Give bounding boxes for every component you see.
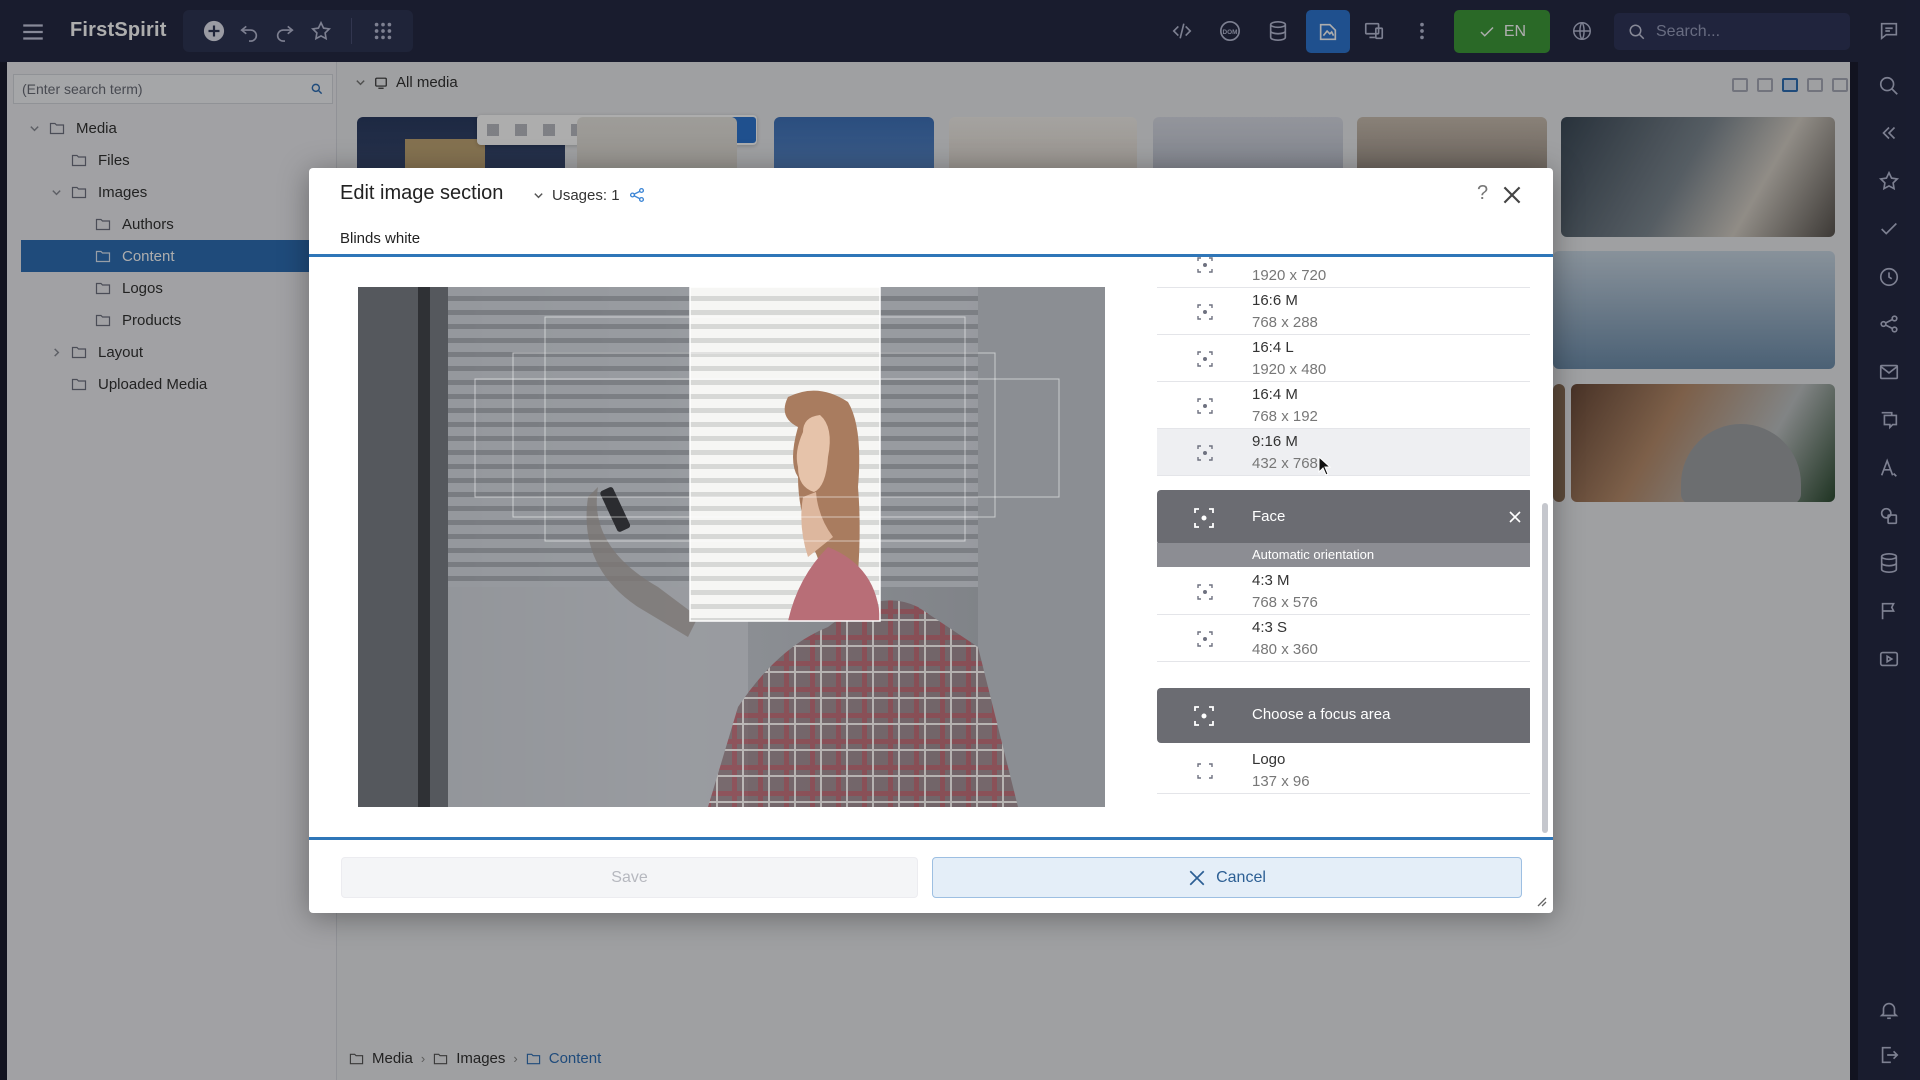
cancel-label: Cancel	[1216, 868, 1266, 886]
section-name: Logo	[1252, 751, 1286, 768]
focus-frame-icon	[1197, 398, 1213, 414]
focus-frame-icon	[1197, 584, 1213, 600]
focus-frame-icon	[1197, 304, 1213, 320]
cancel-button[interactable]: Cancel	[932, 857, 1522, 898]
section-dims: 768 x 288	[1252, 314, 1318, 331]
section-name: 9:16 M	[1252, 433, 1298, 450]
usages-label: Usages: 1	[552, 186, 620, 204]
section-dims: 480 x 360	[1252, 641, 1318, 658]
window-frame-edge	[418, 287, 430, 807]
section-dims: 768 x 192	[1252, 408, 1318, 425]
scrollbar-thumb[interactable]	[1542, 503, 1548, 833]
close-icon	[1189, 870, 1205, 885]
group-label: Face	[1252, 508, 1286, 525]
selected-crop-area[interactable]	[689, 287, 881, 622]
share-icon[interactable]	[628, 186, 646, 204]
section-dims: 137 x 96	[1252, 773, 1310, 790]
image-preview[interactable]	[358, 287, 1105, 807]
image-canvas	[358, 287, 1105, 807]
focus-frame-icon	[1194, 706, 1214, 726]
section-row[interactable]: Logo 137 x 96	[1157, 747, 1530, 794]
focus-frame-icon	[1194, 508, 1214, 528]
section-row-hovered[interactable]: 9:16 M 432 x 768	[1157, 429, 1530, 476]
dialog-divider	[309, 837, 1553, 840]
section-name: 16:4 M	[1252, 386, 1298, 403]
chevron-down-icon	[534, 192, 543, 198]
section-name: 4:3 S	[1252, 619, 1288, 636]
section-dims: 768 x 576	[1252, 594, 1318, 611]
dialog-title: Edit image section	[340, 182, 504, 204]
help-icon[interactable]: ?	[1477, 182, 1488, 205]
section-row[interactable]: 4:3 M 768 x 576	[1157, 568, 1530, 615]
focus-frame-icon	[1197, 257, 1213, 273]
section-dims: 1920 x 480	[1252, 361, 1327, 378]
image-name: Blinds white	[340, 230, 421, 247]
focus-frame-icon	[1197, 631, 1213, 647]
section-row[interactable]: 4:3 S 480 x 360	[1157, 615, 1530, 662]
group-choose-focus-area[interactable]: Choose a focus area	[1157, 688, 1530, 743]
group-label: Choose a focus area	[1252, 706, 1391, 723]
resize-handle-icon[interactable]	[1535, 895, 1547, 907]
edit-image-section-dialog: Edit image section Usages: 1 ? Blinds wh…	[309, 168, 1553, 913]
section-row[interactable]: 16:6 M 768 x 288	[1157, 288, 1530, 335]
group-face[interactable]: Face	[1157, 490, 1530, 545]
section-name: 16:4 L	[1252, 339, 1294, 356]
remove-icon[interactable]	[1507, 509, 1523, 525]
usages-toggle[interactable]: Usages: 1	[533, 186, 646, 204]
window-frame	[358, 287, 448, 807]
focus-frame-icon	[1197, 445, 1213, 461]
section-dims: 432 x 768	[1252, 455, 1318, 472]
section-dims: 1920 x 720	[1252, 267, 1327, 284]
frame-icon	[1197, 763, 1213, 779]
mouse-cursor-icon	[1318, 456, 1332, 476]
section-row[interactable]: 16:4 L 1920 x 480	[1157, 335, 1530, 382]
save-button[interactable]: Save	[341, 857, 918, 898]
section-row[interactable]: 16:4 M 768 x 192	[1157, 382, 1530, 429]
section-name: 4:3 M	[1252, 572, 1290, 589]
orientation-label: Automatic orientation	[1157, 543, 1530, 567]
close-icon[interactable]	[1499, 182, 1525, 208]
focus-frame-icon	[1197, 351, 1213, 367]
section-name: 16:6 M	[1252, 292, 1298, 309]
section-list: 1920 x 720 16:6 M 768 x 288 16:4 L 1920 …	[1157, 257, 1530, 837]
section-row[interactable]: 1920 x 720	[1157, 257, 1530, 288]
